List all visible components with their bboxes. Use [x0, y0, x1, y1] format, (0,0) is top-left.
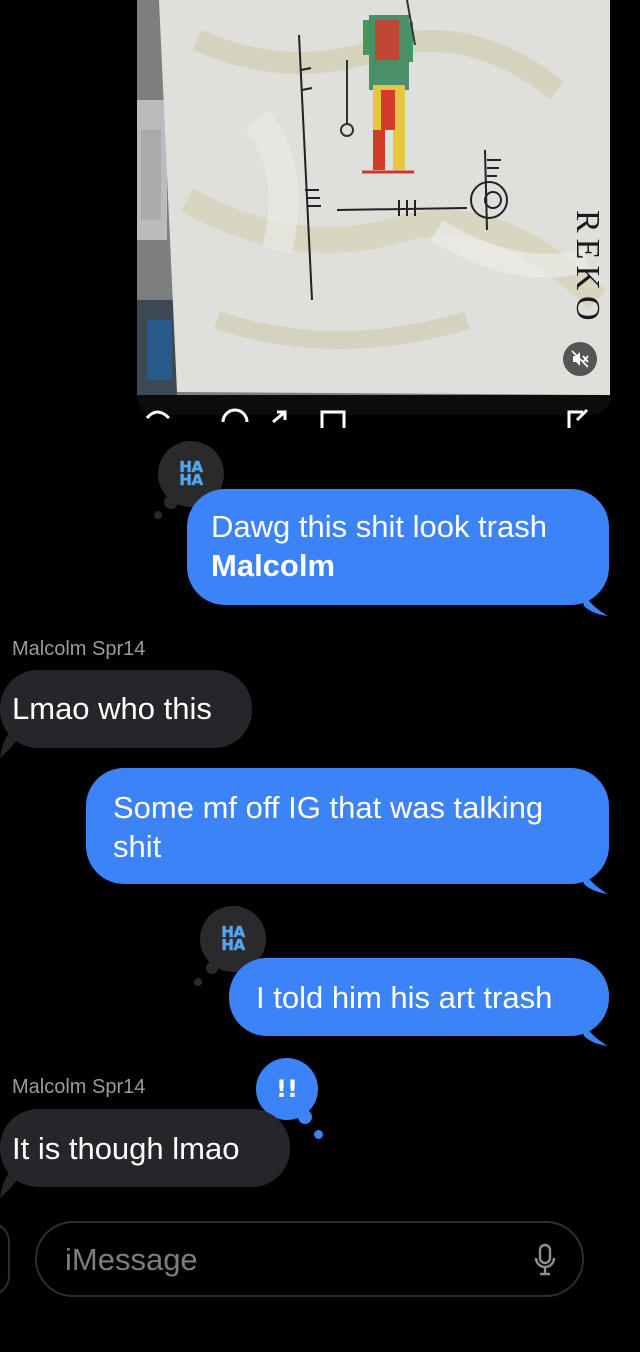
message-bubble-outgoing[interactable]: Dawg this shit look trash Malcolm [187, 489, 609, 605]
message-text: Some mf off IG that was talking [113, 790, 544, 825]
message-text: Lmao who this [12, 691, 212, 726]
sender-name: Malcolm Spr14 [12, 638, 146, 660]
message-input-container[interactable] [35, 1221, 584, 1297]
bubble-tail [580, 866, 608, 894]
microphone-icon[interactable] [533, 1243, 557, 1277]
bubble-tail [580, 1018, 608, 1046]
message-text: Malcolm [211, 548, 336, 583]
message-bubble-outgoing[interactable]: I told him his art trash [229, 958, 609, 1036]
double-exclamation-icon: !! [276, 1075, 298, 1103]
message-input[interactable] [63, 1223, 527, 1297]
message-text: I told him his art trash [256, 980, 553, 1015]
message-bubble-incoming[interactable]: It is though lmao [0, 1109, 290, 1187]
sender-name: Malcolm Spr14 [12, 1076, 146, 1098]
reply-icon[interactable] [221, 408, 249, 423]
speaker-muted-icon [571, 350, 589, 368]
save-icon[interactable] [320, 410, 346, 428]
media-action-bar [145, 408, 589, 428]
bubble-tail [0, 1170, 24, 1198]
message-text: shit [113, 829, 162, 864]
message-text: Dawg this shit look trash [211, 509, 547, 544]
message-text: It is though lmao [12, 1131, 240, 1166]
shared-media-card[interactable]: REKO [137, 0, 610, 415]
artwork-signature: REKO [569, 210, 606, 327]
share-icon[interactable] [272, 410, 287, 424]
haha-icon: HA HA [179, 458, 203, 489]
mute-toggle-button[interactable] [563, 342, 597, 376]
external-link-icon[interactable] [567, 408, 589, 428]
bubble-tail [0, 730, 24, 758]
bubble-tail [580, 588, 608, 616]
artwork-photo[interactable]: REKO [137, 0, 610, 395]
apps-button[interactable] [0, 1222, 10, 1296]
message-bubble-outgoing[interactable]: Some mf off IG that was talking shit [86, 768, 609, 884]
haha-icon: HA HA [221, 923, 245, 954]
comment-icon[interactable] [145, 410, 171, 420]
message-bubble-incoming[interactable]: Lmao who this [0, 670, 252, 748]
